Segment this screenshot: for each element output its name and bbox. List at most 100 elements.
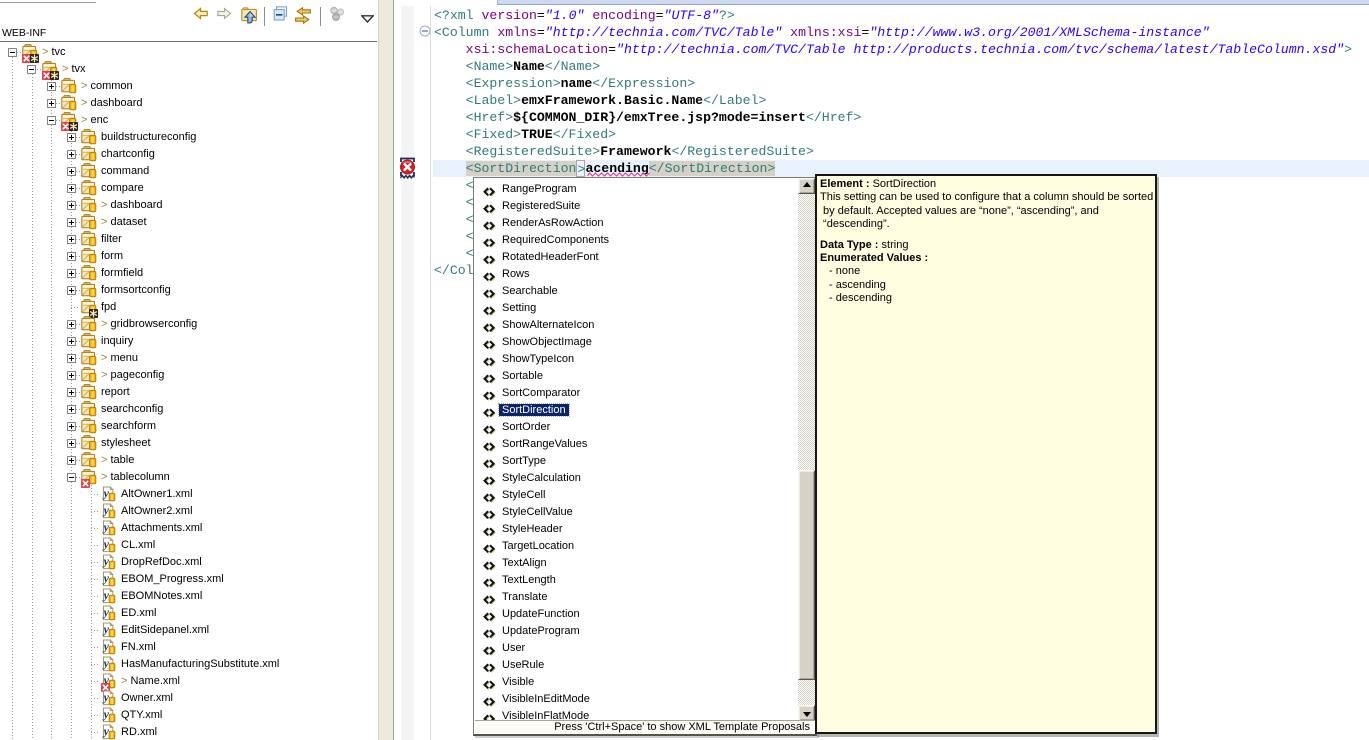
tree-expand-toggle[interactable]	[67, 133, 76, 142]
up-icon[interactable]	[241, 7, 259, 25]
tree-row-rd-xml[interactable]: y RD.xml	[0, 724, 378, 740]
tree-expand-toggle[interactable]	[67, 235, 76, 244]
tree-row-common[interactable]: > common	[0, 78, 378, 95]
tree-expand-toggle[interactable]	[67, 201, 76, 210]
back-icon[interactable]	[193, 6, 211, 24]
tree-row-attachments-xml[interactable]: y Attachments.xml	[0, 520, 378, 537]
tree-row-searchform[interactable]: searchform	[0, 418, 378, 435]
tree-row-formsortconfig[interactable]: formsortconfig	[0, 282, 378, 299]
scrollbar-thumb[interactable]	[798, 470, 815, 680]
error-marker-icon[interactable]	[400, 157, 415, 179]
tree-row-droprefdoc-xml[interactable]: y DropRefDoc.xml	[0, 554, 378, 571]
assist-item-updateprogram[interactable]: UpdateProgram	[475, 623, 799, 640]
assist-item-sortorder[interactable]: SortOrder	[475, 419, 799, 436]
tree-expand-toggle[interactable]	[67, 218, 76, 227]
tree-row-hasmanufacturingsubstitute-xml[interactable]: y HasManufacturingSubstitute.xml	[0, 656, 378, 673]
tree-row-command[interactable]: command	[0, 163, 378, 180]
assist-item-sortdirection[interactable]: SortDirection	[475, 402, 799, 419]
fold-collapse-icon[interactable]	[419, 25, 431, 37]
content-assist-list[interactable]: RangeProgramRegisteredSuiteRenderAsRowAc…	[475, 178, 799, 721]
tree-row-owner-xml[interactable]: y Owner.xml	[0, 690, 378, 707]
tree-expand-toggle[interactable]	[67, 286, 76, 295]
tree-expand-toggle[interactable]	[67, 269, 76, 278]
tree-row-table[interactable]: > table	[0, 452, 378, 469]
assist-item-textlength[interactable]: TextLength	[475, 572, 799, 589]
tree-row-filter[interactable]: filter	[0, 231, 378, 248]
tree-row-searchconfig[interactable]: searchconfig	[0, 401, 378, 418]
assist-item-sortable[interactable]: Sortable	[475, 368, 799, 385]
tree-expand-toggle[interactable]	[47, 99, 56, 108]
tree-row-menu[interactable]: > menu	[0, 350, 378, 367]
assist-item-textalign[interactable]: TextAlign	[475, 555, 799, 572]
assist-item-user[interactable]: User	[475, 640, 799, 657]
tree-expand-toggle[interactable]	[67, 405, 76, 414]
tree-row-formfield[interactable]: formfield	[0, 265, 378, 282]
tree-row-dataset[interactable]: > dataset	[0, 214, 378, 231]
tree-collapse-toggle[interactable]	[47, 116, 56, 125]
assist-item-rangeprogram[interactable]: RangeProgram	[475, 181, 799, 198]
tree-row-altowner1-xml[interactable]: y AltOwner1.xml	[0, 486, 378, 503]
tree-row-buildstructureconfig[interactable]: buildstructureconfig	[0, 129, 378, 146]
assist-item-rotatedheaderfont[interactable]: RotatedHeaderFont	[475, 249, 799, 266]
link-with-editor-icon[interactable]	[294, 7, 312, 25]
tree-expand-toggle[interactable]	[67, 456, 76, 465]
tree-row-altowner2-xml[interactable]: y AltOwner2.xml	[0, 503, 378, 520]
scrollbar-down-button[interactable]	[798, 705, 815, 721]
assist-item-showtypeicon[interactable]: ShowTypeIcon	[475, 351, 799, 368]
tree-expand-toggle[interactable]	[67, 422, 76, 431]
tree-expand-toggle[interactable]	[47, 82, 56, 91]
assist-item-renderasrowaction[interactable]: RenderAsRowAction	[475, 215, 799, 232]
tree-row-gridbrowserconfig[interactable]: > gridbrowserconfig	[0, 316, 378, 333]
assist-item-registeredsuite[interactable]: RegisteredSuite	[475, 198, 799, 215]
tree-expand-toggle[interactable]	[67, 439, 76, 448]
tree-row-report[interactable]: report	[0, 384, 378, 401]
tree-row-tvc[interactable]: > tvc	[0, 44, 378, 61]
tree-row-editsidepanel-xml[interactable]: y EditSidepanel.xml	[0, 622, 378, 639]
tree-row-inquiry[interactable]: inquiry	[0, 333, 378, 350]
tree-expand-toggle[interactable]	[67, 354, 76, 363]
content-assist-scrollbar[interactable]	[798, 178, 815, 721]
assist-item-showalternateicon[interactable]: ShowAlternateIcon	[475, 317, 799, 334]
assist-item-setting[interactable]: Setting	[475, 300, 799, 317]
tree-row-stylesheet[interactable]: stylesheet	[0, 435, 378, 452]
tree-row-ebomnotes-xml[interactable]: y EBOMNotes.xml	[0, 588, 378, 605]
collapse-all-icon[interactable]	[273, 6, 291, 24]
assist-item-targetlocation[interactable]: TargetLocation	[475, 538, 799, 555]
tree-expand-toggle[interactable]	[67, 167, 76, 176]
tree-expand-toggle[interactable]	[67, 371, 76, 380]
assist-item-translate[interactable]: Translate	[475, 589, 799, 606]
tree-row-qty-xml[interactable]: y QTY.xml	[0, 707, 378, 724]
assist-item-rows[interactable]: Rows	[475, 266, 799, 283]
tree-row-name-xml[interactable]: y > Name.xml	[0, 673, 378, 690]
tree-collapse-toggle[interactable]	[67, 473, 76, 482]
tree-row-dashboard[interactable]: > dashboard	[0, 197, 378, 214]
tree-expand-toggle[interactable]	[67, 252, 76, 261]
tree-collapse-toggle[interactable]	[8, 48, 17, 57]
tree-expand-toggle[interactable]	[67, 150, 76, 159]
assist-item-visible[interactable]: Visible	[475, 674, 799, 691]
editor-annotation-ruler[interactable]	[401, 6, 414, 740]
scrollbar-up-button[interactable]	[798, 178, 815, 194]
tree-expand-toggle[interactable]	[67, 337, 76, 346]
assist-item-sortrangevalues[interactable]: SortRangeValues	[475, 436, 799, 453]
assist-item-styleheader[interactable]: StyleHeader	[475, 521, 799, 538]
assist-item-stylecalculation[interactable]: StyleCalculation	[475, 470, 799, 487]
view-menu-icon[interactable]	[361, 10, 379, 28]
assist-item-sortcomparator[interactable]: SortComparator	[475, 385, 799, 402]
tree-row-dashboard[interactable]: > dashboard	[0, 95, 378, 112]
assist-item-updatefunction[interactable]: UpdateFunction	[475, 606, 799, 623]
tree-row-enc[interactable]: > enc	[0, 112, 378, 129]
assist-item-stylecell[interactable]: StyleCell	[475, 487, 799, 504]
assist-item-requiredcomponents[interactable]: RequiredComponents	[475, 232, 799, 249]
assist-item-userule[interactable]: UseRule	[475, 657, 799, 674]
tree-row-tvx[interactable]: > tvx	[0, 61, 378, 78]
tree-row-compare[interactable]: compare	[0, 180, 378, 197]
tree-expand-toggle[interactable]	[67, 184, 76, 193]
tree-row-ed-xml[interactable]: y ED.xml	[0, 605, 378, 622]
panel-sash[interactable]	[378, 0, 393, 740]
tree-collapse-toggle[interactable]	[27, 65, 36, 74]
tree-row-pageconfig[interactable]: > pageconfig	[0, 367, 378, 384]
tree-row-ebom_progress-xml[interactable]: y EBOM_Progress.xml	[0, 571, 378, 588]
assist-item-sorttype[interactable]: SortType	[475, 453, 799, 470]
assist-item-searchable[interactable]: Searchable	[475, 283, 799, 300]
